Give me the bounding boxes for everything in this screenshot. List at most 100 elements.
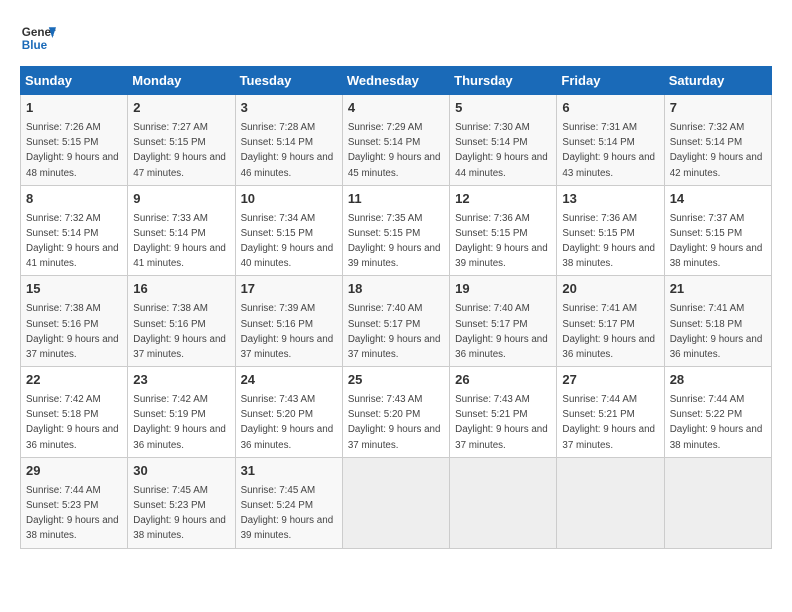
day-info: Sunrise: 7:45 AMSunset: 5:24 PMDaylight:… [241, 485, 334, 542]
day-cell: 9Sunrise: 7:33 AMSunset: 5:14 PMDaylight… [128, 185, 235, 276]
day-number: 15 [26, 280, 122, 299]
day-number: 23 [133, 371, 229, 390]
day-number: 16 [133, 280, 229, 299]
day-number: 8 [26, 190, 122, 209]
day-number: 12 [455, 190, 551, 209]
day-info: Sunrise: 7:43 AMSunset: 5:21 PMDaylight:… [455, 394, 548, 451]
day-cell: 23 Sunrise: 7:42 AMSunset: 5:19 PMDayligh… [128, 367, 235, 458]
day-cell: 27 Sunrise: 7:44 AMSunset: 5:21 PMDayligh… [557, 367, 664, 458]
week-row-3: 15 Sunrise: 7:38 AMSunset: 5:16 PMDayligh… [21, 276, 772, 367]
day-number: 30 [133, 462, 229, 481]
day-cell: 18Sunrise: 7:40 AMSunset: 5:17 PMDayligh… [342, 276, 449, 367]
day-cell [342, 457, 449, 548]
day-number: 22 [26, 371, 122, 390]
day-cell: 21 Sunrise: 7:41 AMSunset: 5:18 PMDayligh… [664, 276, 771, 367]
day-info: Sunrise: 7:44 AMSunset: 5:21 PMDaylight:… [562, 394, 655, 451]
day-info: Sunrise: 7:42 AMSunset: 5:18 PMDaylight:… [26, 394, 119, 451]
day-cell: 2 Sunrise: 7:27 AMSunset: 5:15 PMDaylight… [128, 95, 235, 186]
weekday-monday: Monday [128, 67, 235, 95]
day-number: 17 [241, 280, 337, 299]
day-cell: 20 Sunrise: 7:41 AMSunset: 5:17 PMDayligh… [557, 276, 664, 367]
day-cell: 4 Sunrise: 7:29 AMSunset: 5:14 PMDaylight… [342, 95, 449, 186]
day-cell: 28Sunrise: 7:44 AMSunset: 5:22 PMDayligh… [664, 367, 771, 458]
week-row-5: 29 Sunrise: 7:44 AMSunset: 5:23 PMDayligh… [21, 457, 772, 548]
day-info: Sunrise: 7:39 AMSunset: 5:16 PMDaylight:… [241, 303, 334, 360]
day-number: 25 [348, 371, 444, 390]
weekday-header-row: SundayMondayTuesdayWednesdayThursdayFrid… [21, 67, 772, 95]
weekday-wednesday: Wednesday [342, 67, 449, 95]
logo: General Blue [20, 20, 56, 56]
day-number: 10 [241, 190, 337, 209]
day-number: 18 [348, 280, 444, 299]
day-cell [557, 457, 664, 548]
day-info: Sunrise: 7:34 AMSunset: 5:15 PMDaylight:… [241, 213, 334, 270]
day-number: 3 [241, 99, 337, 118]
day-number: 21 [670, 280, 766, 299]
day-number: 1 [26, 99, 122, 118]
day-number: 19 [455, 280, 551, 299]
weekday-tuesday: Tuesday [235, 67, 342, 95]
day-info: Sunrise: 7:44 AMSunset: 5:23 PMDaylight:… [26, 485, 119, 542]
day-number: 27 [562, 371, 658, 390]
day-number: 5 [455, 99, 551, 118]
day-cell: 29 Sunrise: 7:44 AMSunset: 5:23 PMDayligh… [21, 457, 128, 548]
day-cell: 13Sunrise: 7:36 AMSunset: 5:15 PMDayligh… [557, 185, 664, 276]
day-info: Sunrise: 7:32 AMSunset: 5:14 PMDaylight:… [26, 213, 119, 270]
week-row-2: 8 Sunrise: 7:32 AMSunset: 5:14 PMDaylight… [21, 185, 772, 276]
day-number: 29 [26, 462, 122, 481]
weekday-sunday: Sunday [21, 67, 128, 95]
day-cell [450, 457, 557, 548]
day-info: Sunrise: 7:27 AMSunset: 5:15 PMDaylight:… [133, 122, 226, 179]
day-info: Sunrise: 7:40 AMSunset: 5:17 PMDaylight:… [455, 303, 548, 360]
day-cell: 15 Sunrise: 7:38 AMSunset: 5:16 PMDayligh… [21, 276, 128, 367]
day-info: Sunrise: 7:42 AMSunset: 5:19 PMDaylight:… [133, 394, 226, 451]
calendar-table: SundayMondayTuesdayWednesdayThursdayFrid… [20, 66, 772, 549]
day-number: 31 [241, 462, 337, 481]
day-number: 9 [133, 190, 229, 209]
day-number: 13 [562, 190, 658, 209]
day-number: 2 [133, 99, 229, 118]
page-header: General Blue [20, 20, 772, 56]
day-number: 11 [348, 190, 444, 209]
day-info: Sunrise: 7:41 AMSunset: 5:18 PMDaylight:… [670, 303, 763, 360]
day-cell: 1 Sunrise: 7:26 AMSunset: 5:15 PMDaylight… [21, 95, 128, 186]
day-info: Sunrise: 7:37 AMSunset: 5:15 PMDaylight:… [670, 213, 763, 270]
day-info: Sunrise: 7:41 AMSunset: 5:17 PMDaylight:… [562, 303, 655, 360]
day-cell: 30 Sunrise: 7:45 AMSunset: 5:23 PMDayligh… [128, 457, 235, 548]
day-cell: 31 Sunrise: 7:45 AMSunset: 5:24 PMDayligh… [235, 457, 342, 548]
day-info: Sunrise: 7:29 AMSunset: 5:14 PMDaylight:… [348, 122, 441, 179]
day-info: Sunrise: 7:38 AMSunset: 5:16 PMDaylight:… [26, 303, 119, 360]
day-number: 20 [562, 280, 658, 299]
day-info: Sunrise: 7:30 AMSunset: 5:14 PMDaylight:… [455, 122, 548, 179]
day-number: 6 [562, 99, 658, 118]
weekday-thursday: Thursday [450, 67, 557, 95]
day-cell: 6 Sunrise: 7:31 AMSunset: 5:14 PMDaylight… [557, 95, 664, 186]
logo-icon: General Blue [20, 20, 56, 56]
day-number: 14 [670, 190, 766, 209]
weekday-friday: Friday [557, 67, 664, 95]
day-cell: 11 Sunrise: 7:35 AMSunset: 5:15 PMDayligh… [342, 185, 449, 276]
day-cell: 17 Sunrise: 7:39 AMSunset: 5:16 PMDayligh… [235, 276, 342, 367]
day-info: Sunrise: 7:45 AMSunset: 5:23 PMDaylight:… [133, 485, 226, 542]
day-info: Sunrise: 7:35 AMSunset: 5:15 PMDaylight:… [348, 213, 441, 270]
day-cell: 10 Sunrise: 7:34 AMSunset: 5:15 PMDayligh… [235, 185, 342, 276]
day-info: Sunrise: 7:44 AMSunset: 5:22 PMDaylight:… [670, 394, 763, 451]
day-cell: 26 Sunrise: 7:43 AMSunset: 5:21 PMDayligh… [450, 367, 557, 458]
week-row-4: 22 Sunrise: 7:42 AMSunset: 5:18 PMDayligh… [21, 367, 772, 458]
day-cell: 7Sunrise: 7:32 AMSunset: 5:14 PMDaylight… [664, 95, 771, 186]
day-info: Sunrise: 7:43 AMSunset: 5:20 PMDaylight:… [348, 394, 441, 451]
week-row-1: 1 Sunrise: 7:26 AMSunset: 5:15 PMDaylight… [21, 95, 772, 186]
day-info: Sunrise: 7:31 AMSunset: 5:14 PMDaylight:… [562, 122, 655, 179]
day-cell: 14 Sunrise: 7:37 AMSunset: 5:15 PMDayligh… [664, 185, 771, 276]
day-info: Sunrise: 7:32 AMSunset: 5:14 PMDaylight:… [670, 122, 763, 179]
day-info: Sunrise: 7:26 AMSunset: 5:15 PMDaylight:… [26, 122, 119, 179]
day-cell: 5 Sunrise: 7:30 AMSunset: 5:14 PMDaylight… [450, 95, 557, 186]
calendar-body: 1 Sunrise: 7:26 AMSunset: 5:15 PMDaylight… [21, 95, 772, 549]
day-cell: 3 Sunrise: 7:28 AMSunset: 5:14 PMDaylight… [235, 95, 342, 186]
day-cell: 12Sunrise: 7:36 AMSunset: 5:15 PMDayligh… [450, 185, 557, 276]
day-number: 24 [241, 371, 337, 390]
day-number: 26 [455, 371, 551, 390]
day-cell: 25 Sunrise: 7:43 AMSunset: 5:20 PMDayligh… [342, 367, 449, 458]
day-number: 4 [348, 99, 444, 118]
day-info: Sunrise: 7:28 AMSunset: 5:14 PMDaylight:… [241, 122, 334, 179]
